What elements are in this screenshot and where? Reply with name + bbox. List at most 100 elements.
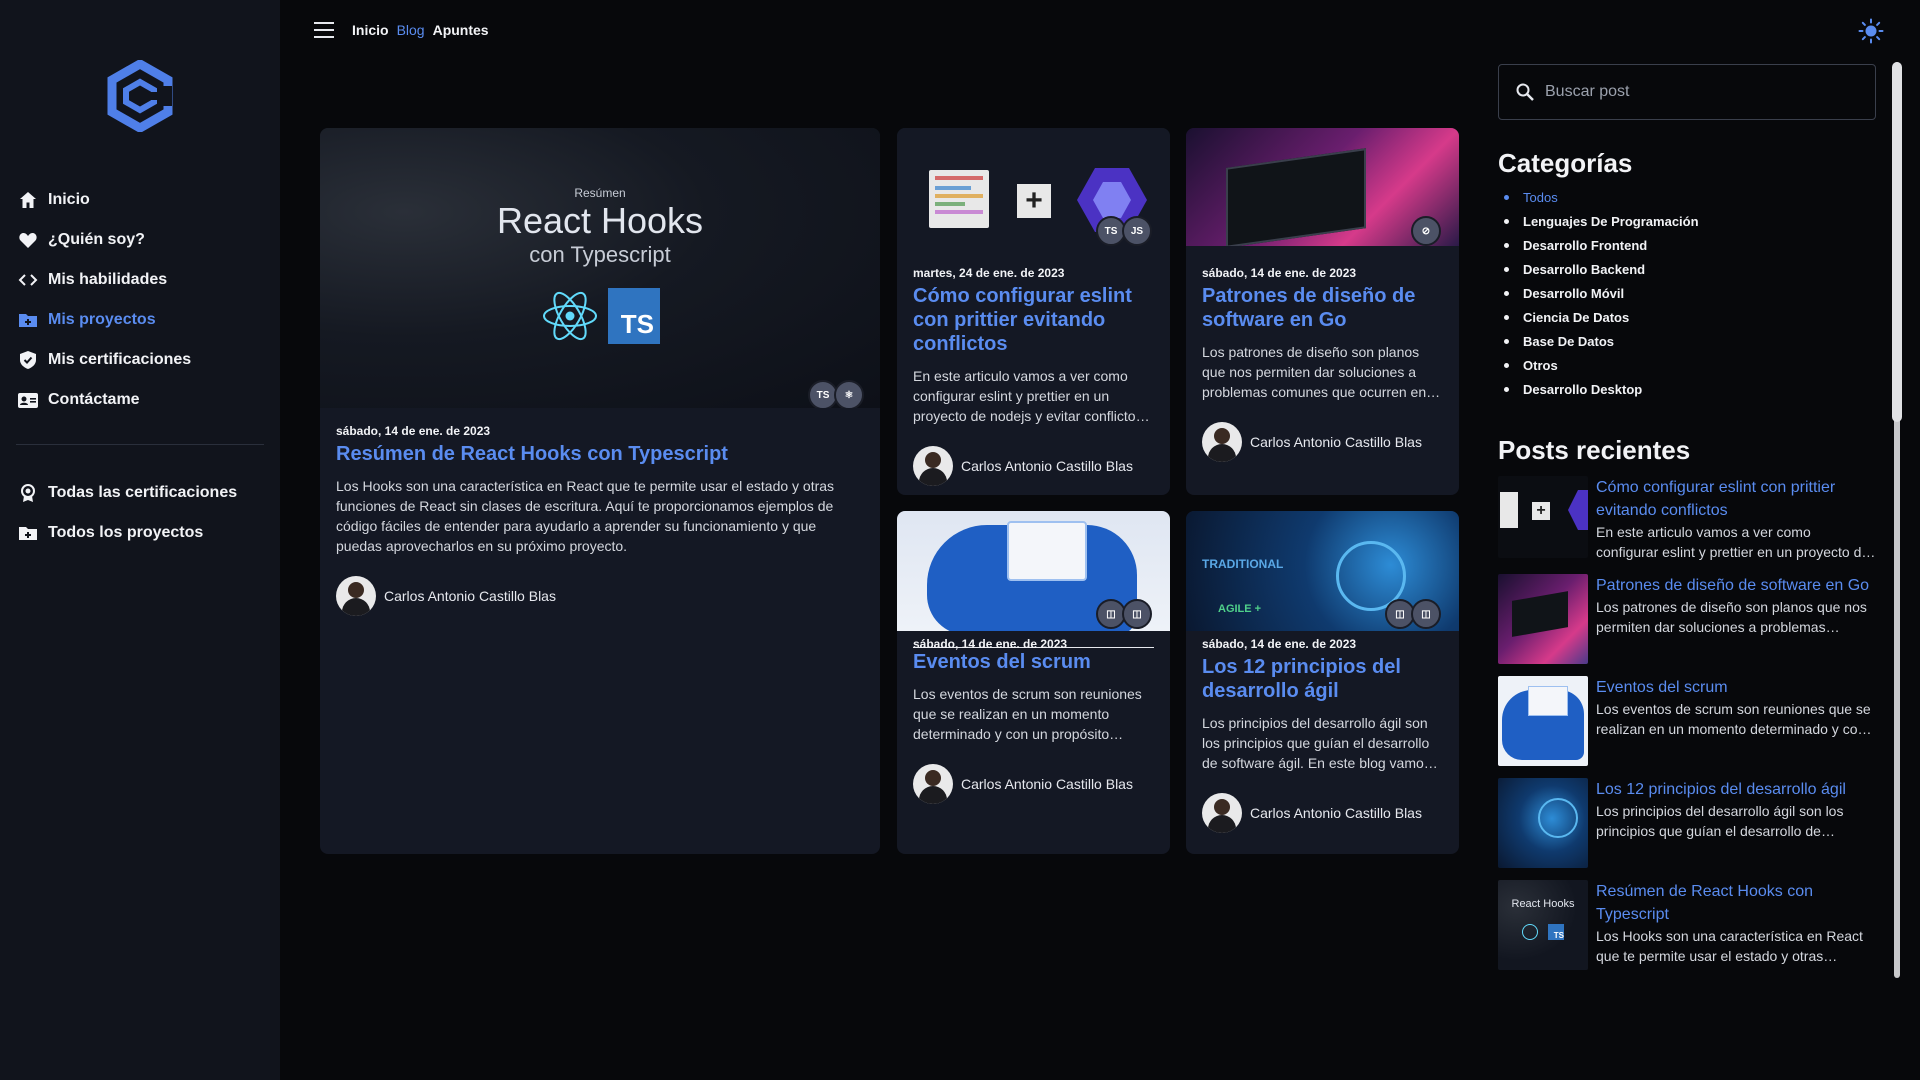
recent-post-title[interactable]: Resúmen de React Hooks con Typescript [1596, 880, 1876, 926]
post-description: En este articulo vamos a ver como config… [913, 368, 1143, 424]
category-todos[interactable]: Todos [1498, 185, 1876, 209]
nav-item-quien-soy[interactable]: ¿Quién soy? [16, 220, 264, 260]
category-movil[interactable]: Desarrollo Móvil [1498, 281, 1876, 305]
recent-post-thumb [1498, 778, 1588, 868]
sun-icon[interactable] [1858, 18, 1884, 44]
nav-item-proyectos[interactable]: Mis proyectos [16, 300, 264, 340]
nav-item-label: Mis certificaciones [48, 351, 192, 368]
post-description: Los patrones de diseño son planos que no… [1202, 344, 1441, 400]
post-card-go-patterns[interactable]: ⊘ sábado, 14 de ene. de 2023 Patrones de… [1186, 128, 1459, 495]
logo-icon[interactable] [104, 60, 176, 132]
post-date: martes, 24 de ene. de 2023 [913, 266, 1065, 280]
agile-badge-icon: ◫ [1122, 599, 1152, 629]
author-name: Carlos Antonio Castillo Blas [1250, 434, 1422, 450]
post-card-agile[interactable]: TRADITIONAL AGILE + ◫ ◫ sábado, 14 de en… [1186, 511, 1459, 854]
recent-post-item[interactable]: + Cómo configurar eslint con prittier ev… [1498, 476, 1876, 562]
recent-post-item[interactable]: Patrones de diseño de software en Go Los… [1498, 574, 1876, 664]
post-card-react-hooks[interactable]: Resúmen React Hooks con Typescript TS TS… [320, 128, 880, 854]
nav-item-certificaciones[interactable]: Mis certificaciones [16, 340, 264, 380]
recent-post-title[interactable]: Patrones de diseño de software en Go [1596, 574, 1876, 597]
category-desktop[interactable]: Desarrollo Desktop [1498, 377, 1876, 401]
author-name: Carlos Antonio Castillo Blas [1250, 805, 1422, 821]
post-badges: ◫ ◫ [1385, 599, 1441, 629]
post-badges: TS ⚛ [808, 380, 864, 408]
post-title[interactable]: Los 12 principios del desarrollo ágil [1202, 655, 1443, 703]
folder-plus-icon [16, 521, 40, 545]
avatar [1202, 422, 1242, 462]
image-text-agile: AGILE + [1218, 603, 1262, 615]
post-author: Carlos Antonio Castillo Blas [913, 764, 1154, 804]
post-description: Los Hooks son una característica en Reac… [336, 478, 835, 554]
search-box[interactable] [1498, 64, 1876, 120]
scrollbar-thumb[interactable] [1892, 62, 1902, 422]
typescript-logo-icon: TS [1548, 924, 1564, 940]
search-input[interactable] [1545, 83, 1845, 101]
nav-item-contactame[interactable]: Contáctame [16, 380, 264, 420]
topbar: Inicio Blog Apuntes [280, 0, 1910, 62]
react-badge-icon: ⚛ [834, 380, 864, 408]
recent-post-thumb [1498, 574, 1588, 664]
nav-divider [16, 444, 264, 445]
post-image: ◫ ◫ [897, 511, 1170, 631]
recent-post-desc: Los principios del desarrollo ágil son l… [1596, 803, 1844, 839]
post-card-scrum[interactable]: ◫ ◫ sábado, 14 de ene. de 2023 Eventos d… [897, 511, 1170, 854]
react-logo-icon [543, 291, 597, 341]
recent-post-title[interactable]: Los 12 principios del desarrollo ágil [1596, 778, 1876, 801]
image-sub2: con Typescript [529, 242, 671, 267]
category-backend[interactable]: Desarrollo Backend [1498, 257, 1876, 281]
topnav-inicio[interactable]: Inicio [352, 22, 389, 38]
post-title[interactable]: Cómo configurar eslint con prittier evit… [913, 284, 1154, 356]
recent-post-title[interactable]: Eventos del scrum [1596, 676, 1876, 699]
hamburger-icon[interactable] [314, 22, 334, 38]
post-title[interactable]: Patrones de diseño de software en Go [1202, 284, 1443, 332]
category-lenguajes[interactable]: Lenguajes De Programación [1498, 209, 1876, 233]
post-image: + TS JS [897, 128, 1170, 246]
category-base-datos[interactable]: Base De Datos [1498, 329, 1876, 353]
avatar [1202, 793, 1242, 833]
categories-list: Todos Lenguajes De Programación Desarrol… [1498, 185, 1876, 401]
nav-item-habilidades[interactable]: Mis habilidades [16, 260, 264, 300]
code-icon [16, 268, 40, 292]
sidebar: Inicio ¿Quién soy? Mis habilidades Mis p… [0, 0, 280, 1080]
recent-post-item[interactable]: React Hooks TS Resúmen de React Hooks co… [1498, 880, 1876, 970]
recent-post-thumb: + [1498, 476, 1588, 558]
contact-card-icon [16, 388, 40, 412]
thumb-title: React Hooks [1511, 898, 1575, 910]
topnav-blog[interactable]: Blog [397, 22, 425, 38]
react-logo-icon [1522, 924, 1538, 940]
recent-post-desc: En este articulo vamos a ver como config… [1596, 524, 1870, 560]
nav-item-label: Inicio [48, 191, 90, 208]
topnav-apuntes[interactable]: Apuntes [433, 22, 489, 38]
search-icon [1516, 83, 1534, 101]
plus-icon: + [1017, 184, 1051, 218]
post-badges: TS JS [1096, 216, 1152, 246]
recent-post-thumb [1498, 676, 1588, 766]
nav-item-todos-proyectos[interactable]: Todos los proyectos [16, 513, 264, 553]
nav-item-label: Mis proyectos [48, 311, 156, 328]
recent-post-desc: Los patrones de diseño son planos que no… [1596, 599, 1867, 635]
typescript-logo-icon: TS [608, 288, 660, 344]
nav-item-todas-certificaciones[interactable]: Todas las certificaciones [16, 473, 264, 513]
home-icon [16, 188, 40, 212]
category-datos[interactable]: Ciencia De Datos [1498, 305, 1876, 329]
scrum-badge-icon: ◫ [1411, 599, 1441, 629]
post-card-eslint[interactable]: + TS JS martes, 24 de ene. de 2023 Cómo … [897, 128, 1170, 495]
post-badges: ⊘ [1411, 216, 1441, 246]
category-frontend[interactable]: Desarrollo Frontend [1498, 233, 1876, 257]
shield-check-icon [16, 348, 40, 372]
post-image: TRADITIONAL AGILE + ◫ ◫ [1186, 511, 1459, 631]
recent-post-title[interactable]: Cómo configurar eslint con prittier evit… [1596, 476, 1876, 522]
author-name: Carlos Antonio Castillo Blas [961, 458, 1133, 474]
post-title[interactable]: Eventos del scrum [913, 647, 1154, 674]
post-description: Los eventos de scrum son reuniones que s… [913, 686, 1142, 742]
post-description: Los principios del desarrollo ágil son l… [1202, 715, 1443, 771]
recent-post-item[interactable]: Los 12 principios del desarrollo ágil Lo… [1498, 778, 1876, 868]
post-author: Carlos Antonio Castillo Blas [913, 446, 1154, 486]
author-name: Carlos Antonio Castillo Blas [384, 588, 556, 604]
category-otros[interactable]: Otros [1498, 353, 1876, 377]
nav-item-inicio[interactable]: Inicio [16, 180, 264, 220]
recent-post-item[interactable]: Eventos del scrum Los eventos de scrum s… [1498, 676, 1876, 766]
post-image: Resúmen React Hooks con Typescript TS TS… [320, 128, 880, 408]
post-title[interactable]: Resúmen de React Hooks con Typescript [336, 442, 864, 466]
nav-item-label: Todos los proyectos [48, 524, 204, 541]
